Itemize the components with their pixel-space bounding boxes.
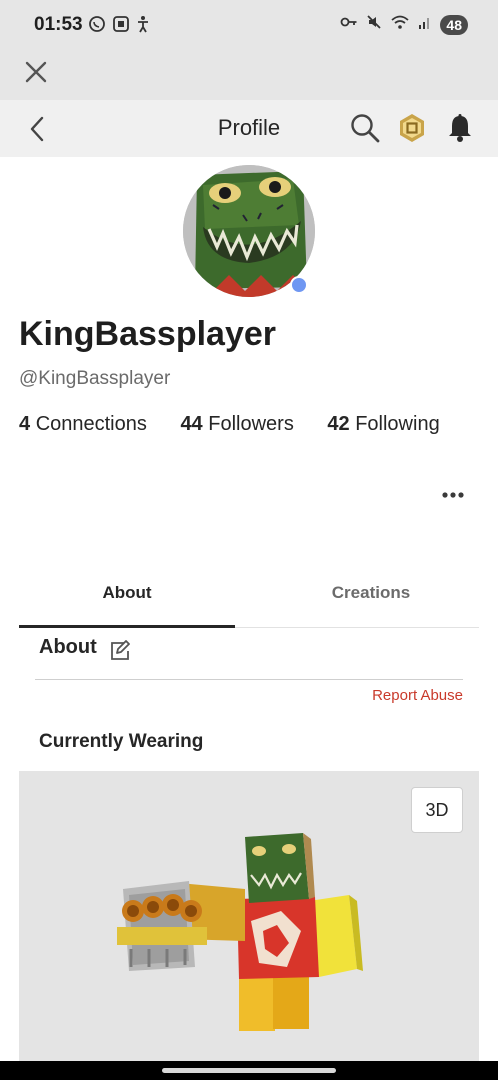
wifi-icon <box>390 14 410 35</box>
report-abuse-link[interactable]: Report Abuse <box>372 687 463 704</box>
stat-followers[interactable]: 44 Followers <box>180 413 293 436</box>
currently-wearing-heading: Currently Wearing <box>39 731 204 752</box>
display-name: KingBassplayer <box>19 315 276 353</box>
robux-icon[interactable] <box>397 113 427 143</box>
about-heading: About <box>39 636 97 658</box>
divider <box>35 679 463 680</box>
stat-connections[interactable]: 4 Connections <box>19 413 147 436</box>
profile-tabs: About Creations <box>19 566 479 628</box>
avatar-figure <box>117 833 363 1031</box>
search-icon[interactable] <box>349 112 381 144</box>
stat-label: Following <box>355 413 440 435</box>
app-header: Profile <box>0 100 498 157</box>
whatsapp-icon <box>88 15 106 38</box>
stat-label: Connections <box>35 413 147 435</box>
avatar-3d-viewer[interactable]: 3D <box>19 771 479 1061</box>
tab-creations[interactable]: Creations <box>263 566 479 628</box>
stat-count: 44 <box>180 413 203 435</box>
battery-indicator: 48 <box>440 14 468 35</box>
key-icon <box>340 15 358 34</box>
accessibility-icon <box>136 15 150 38</box>
profile-stats: 4 Connections 44 Followers 42 Following <box>19 413 468 436</box>
signal-icon <box>418 14 432 35</box>
more-options-icon[interactable] <box>440 487 466 503</box>
edit-icon[interactable] <box>108 640 130 662</box>
stat-count: 42 <box>327 413 350 435</box>
username: @KingBassplayer <box>19 368 171 389</box>
screenshot-icon <box>112 15 130 38</box>
online-status-indicator <box>290 276 308 294</box>
home-gesture-handle[interactable] <box>162 1068 336 1073</box>
tab-about[interactable]: About <box>19 566 235 628</box>
stat-count: 4 <box>19 413 31 435</box>
close-icon[interactable] <box>24 60 48 84</box>
notification-bell-icon[interactable] <box>446 113 474 143</box>
status-time: 01:53 <box>34 14 83 35</box>
status-bar: 01:53 48 <box>0 0 498 50</box>
stat-following[interactable]: 42 Following <box>327 413 439 436</box>
stat-label: Followers <box>208 413 294 435</box>
mute-icon <box>366 14 382 35</box>
webview-bar <box>0 50 498 100</box>
